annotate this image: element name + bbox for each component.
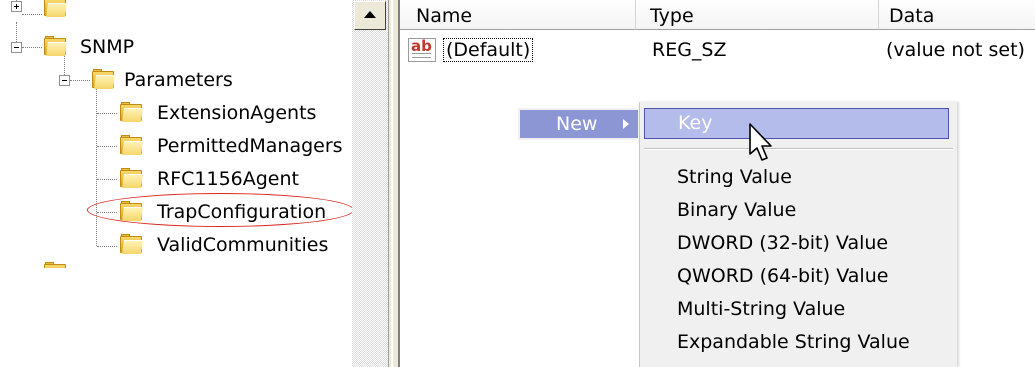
tree-scrollbar[interactable] <box>352 0 388 367</box>
scroll-up-button[interactable] <box>354 1 386 30</box>
pane-splitter[interactable] <box>388 0 400 367</box>
folder-icon <box>44 36 67 56</box>
menu-item-binary-value[interactable]: Binary Value <box>677 194 796 226</box>
tree-item-label: ValidCommunities <box>157 234 329 256</box>
menu-item-label: New <box>556 113 598 135</box>
new-submenu: Key String Value Binary Value DWORD (32-… <box>639 102 957 367</box>
value-name-text: (Default) <box>443 38 534 62</box>
string-value-icon: ab <box>408 38 436 62</box>
expand-toggle[interactable] <box>11 1 22 12</box>
tree-connector <box>97 146 117 147</box>
tree-connector <box>97 246 117 247</box>
list-header: Name Type Data <box>400 0 1035 30</box>
menu-item-dword-value[interactable]: DWORD (32-bit) Value <box>677 227 888 259</box>
tree-item-label: Parameters <box>124 69 233 91</box>
menu-item-key[interactable]: Key <box>644 108 949 139</box>
tree-connector <box>97 179 117 180</box>
folder-icon <box>120 234 143 254</box>
folder-icon <box>120 102 143 122</box>
menu-item-new[interactable]: New <box>520 110 638 138</box>
value-name: (Default) <box>443 38 534 62</box>
menu-item-expandable-string-value[interactable]: Expandable String Value <box>677 326 910 358</box>
menu-item-multi-string-value[interactable]: Multi-String Value <box>677 293 845 325</box>
context-menu: New <box>518 108 640 140</box>
menu-item-string-value[interactable]: String Value <box>677 161 792 193</box>
tree-connector <box>96 88 97 246</box>
tree-connector <box>22 47 42 48</box>
collapse-toggle[interactable] <box>11 42 22 53</box>
tree-connector <box>70 80 90 81</box>
tree-connector <box>16 22 17 42</box>
folder-icon <box>120 168 143 188</box>
scrollbar-track[interactable] <box>352 0 388 367</box>
tree-connector <box>97 113 117 114</box>
registry-tree: SNMP Parameters ExtensionAgents Permitte… <box>0 0 352 367</box>
tree-item-label: RFC1156Agent <box>157 168 299 190</box>
column-header-data[interactable]: Data <box>879 0 1035 30</box>
menu-item-label: Key <box>678 112 713 134</box>
folder-icon <box>92 69 115 89</box>
column-header-type[interactable]: Type <box>636 0 879 30</box>
mouse-pointer-icon <box>749 123 772 161</box>
annotation-oval <box>87 193 352 227</box>
tree-item-label: SNMP <box>80 36 135 58</box>
tree-item-label: PermittedManagers <box>157 135 343 157</box>
tree-connector <box>64 55 65 75</box>
tree-connector <box>22 14 42 15</box>
value-type: REG_SZ <box>652 39 727 61</box>
value-data: (value not set) <box>886 39 1025 61</box>
folder-icon <box>44 0 67 17</box>
folder-icon <box>44 262 66 268</box>
column-header-name[interactable]: Name <box>400 0 636 30</box>
menu-separator <box>644 148 953 150</box>
folder-icon <box>120 135 143 155</box>
collapse-toggle[interactable] <box>59 75 70 86</box>
tree-item-label: ExtensionAgents <box>157 102 317 124</box>
menu-item-qword-value[interactable]: QWORD (64-bit) Value <box>677 260 888 292</box>
submenu-arrow-icon <box>623 119 629 129</box>
